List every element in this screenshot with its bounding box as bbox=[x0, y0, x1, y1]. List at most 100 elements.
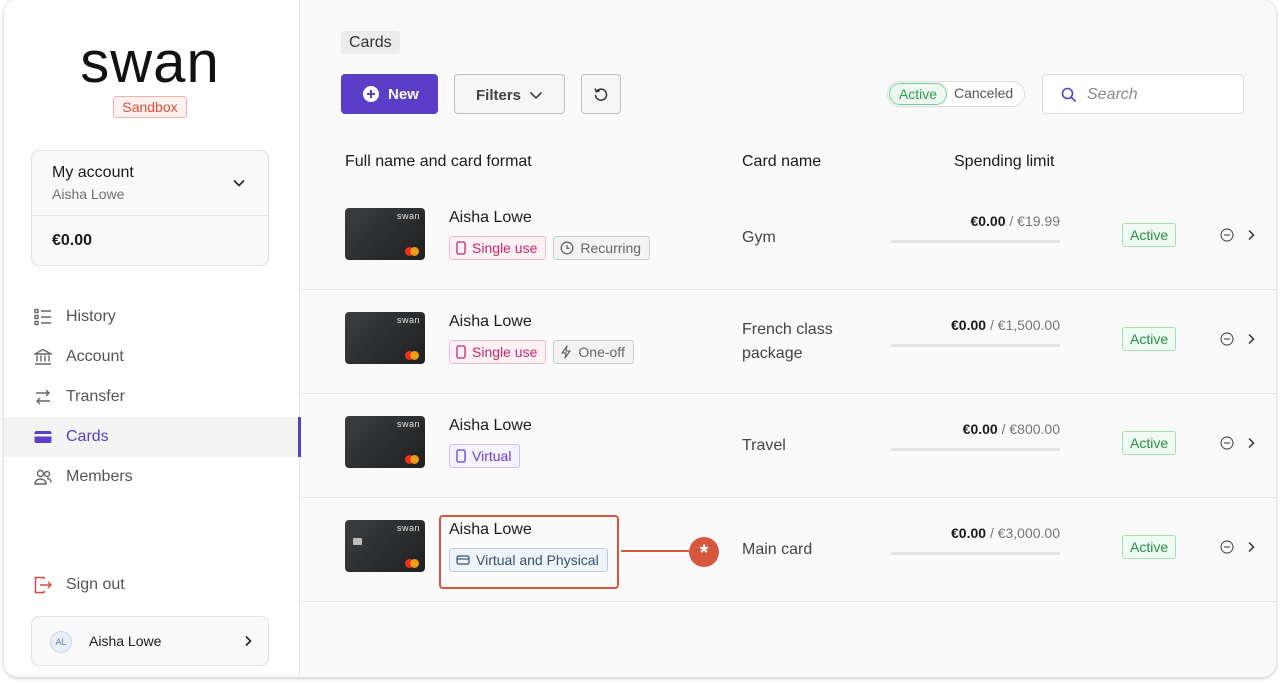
sidebar-item-label: Transfer bbox=[66, 388, 125, 405]
sign-out-icon bbox=[34, 576, 52, 594]
limit-amount: / €19.99 bbox=[1009, 213, 1060, 229]
column-header-spending-limit: Spending limit bbox=[954, 153, 1055, 170]
sidebar-item-label: Cards bbox=[66, 428, 109, 445]
account-switcher[interactable]: My account Aisha Lowe €0.00 bbox=[31, 150, 269, 266]
phone-icon bbox=[456, 241, 466, 255]
search-icon bbox=[1061, 87, 1077, 103]
status-filter-canceled[interactable]: Canceled bbox=[954, 85, 1013, 101]
user-name: Aisha Lowe bbox=[89, 633, 162, 649]
card-thumbnail: swan bbox=[345, 416, 425, 468]
tag-label: Virtual and Physical bbox=[476, 552, 599, 568]
sidebar-item-label: Members bbox=[66, 468, 133, 485]
card-format-tag: One-off bbox=[553, 340, 634, 364]
spending-progress-bar bbox=[891, 552, 1060, 555]
sign-out-button[interactable]: Sign out bbox=[4, 565, 300, 605]
new-card-button[interactable]: New bbox=[341, 74, 438, 114]
spending-progress-bar bbox=[891, 448, 1060, 451]
cancel-card-icon[interactable] bbox=[1220, 436, 1234, 450]
card-icon bbox=[34, 431, 52, 443]
clock-icon bbox=[560, 241, 574, 255]
card-holder-name: Aisha Lowe bbox=[449, 521, 532, 538]
card-name: Gym bbox=[742, 229, 776, 246]
status-badge: Active bbox=[1122, 535, 1177, 559]
sidebar-item-cards[interactable]: Cards bbox=[4, 417, 301, 457]
card-thumbnail: swan bbox=[345, 520, 425, 572]
cancel-card-icon[interactable] bbox=[1220, 332, 1234, 346]
card-holder-name: Aisha Lowe bbox=[449, 417, 532, 434]
annotation-marker: * bbox=[689, 537, 719, 567]
cancel-card-icon[interactable] bbox=[1220, 228, 1234, 242]
card-brand: swan bbox=[396, 211, 420, 221]
card-format-tag: Virtual bbox=[449, 444, 521, 468]
card-holder-name: Aisha Lowe bbox=[449, 209, 532, 226]
tag-label: Single use bbox=[472, 344, 538, 360]
sidebar-item-members[interactable]: Members bbox=[4, 457, 300, 497]
card-format-tag: Single use bbox=[449, 236, 547, 260]
table-row[interactable]: swan Aisha Lowe Single use One-off Frenc… bbox=[301, 290, 1276, 394]
chevron-right-icon[interactable] bbox=[1246, 229, 1256, 241]
card-thumbnail: swan bbox=[345, 312, 425, 364]
card-format-tags: Virtual bbox=[449, 444, 521, 468]
avatar: AL bbox=[50, 631, 72, 653]
chevron-right-icon bbox=[245, 635, 252, 647]
status-badge: Active bbox=[1122, 327, 1177, 351]
table-row[interactable]: swan Aisha Lowe Virtual Travel €0.00 / €… bbox=[301, 394, 1276, 498]
spending-progress-bar bbox=[891, 344, 1060, 347]
table-row[interactable]: swan Aisha Lowe Single use Recurring Gym… bbox=[301, 186, 1276, 290]
card-format-tag: Recurring bbox=[553, 236, 651, 260]
status-badge: Active bbox=[1122, 223, 1177, 247]
chevron-right-icon[interactable] bbox=[1246, 541, 1256, 553]
chevron-right-icon[interactable] bbox=[1246, 333, 1256, 345]
tag-label: Virtual bbox=[472, 448, 512, 464]
cancel-card-icon[interactable] bbox=[1220, 540, 1234, 554]
phone-icon bbox=[456, 345, 466, 359]
bolt-icon bbox=[561, 345, 571, 359]
status-filter: Active Canceled bbox=[887, 81, 1025, 107]
spending-limit: €0.00 / €3,000.00 bbox=[891, 525, 1060, 541]
refresh-button[interactable] bbox=[581, 74, 621, 114]
sidebar-item-transfer[interactable]: Transfer bbox=[4, 377, 300, 417]
new-card-label: New bbox=[388, 86, 419, 103]
breadcrumb: Cards bbox=[341, 31, 400, 54]
spent-amount: €0.00 bbox=[962, 421, 998, 437]
sidebar: swan Sandbox My account Aisha Lowe €0.00… bbox=[4, 0, 301, 677]
chevron-down-icon[interactable] bbox=[232, 176, 246, 190]
card-format-tags: Single use One-off bbox=[449, 340, 634, 364]
spending-limit: €0.00 / €19.99 bbox=[891, 213, 1060, 229]
sign-out-label: Sign out bbox=[66, 576, 125, 593]
spending-progress-bar bbox=[891, 240, 1060, 243]
spending-limit: €0.00 / €1,500.00 bbox=[891, 317, 1060, 333]
phone-icon bbox=[456, 449, 466, 463]
tag-label: One-off bbox=[578, 344, 625, 360]
sidebar-item-history[interactable]: History bbox=[4, 297, 300, 337]
filters-label: Filters bbox=[476, 87, 522, 104]
card-format-tag: Virtual and Physical bbox=[449, 548, 608, 572]
table-row[interactable]: swan * Aisha Lowe Virtual and Physical M… bbox=[301, 498, 1276, 602]
column-header-full-name: Full name and card format bbox=[345, 153, 532, 170]
search-box bbox=[1042, 74, 1244, 114]
card-format-tags: Virtual and Physical bbox=[449, 548, 608, 572]
sidebar-item-account[interactable]: Account bbox=[4, 337, 300, 377]
column-header-card-name: Card name bbox=[742, 153, 822, 170]
user-profile[interactable]: AL Aisha Lowe bbox=[31, 616, 269, 666]
card-chip-icon bbox=[353, 538, 362, 545]
card-holder-name: Aisha Lowe bbox=[449, 313, 532, 330]
card-brand: swan bbox=[396, 419, 420, 429]
limit-amount: / €1,500.00 bbox=[989, 317, 1060, 333]
card-name: Main card bbox=[742, 541, 813, 558]
bank-icon bbox=[34, 348, 52, 365]
spending-limit: €0.00 / €800.00 bbox=[891, 421, 1060, 437]
account-switcher-header[interactable]: My account Aisha Lowe bbox=[32, 151, 268, 216]
account-balance: €0.00 bbox=[52, 232, 93, 249]
refresh-icon bbox=[594, 88, 608, 101]
arrows-icon bbox=[36, 389, 50, 405]
chevron-right-icon[interactable] bbox=[1246, 437, 1256, 449]
search-input[interactable] bbox=[1087, 84, 1227, 106]
list-icon bbox=[34, 308, 51, 326]
tag-label: Single use bbox=[472, 240, 538, 256]
account-owner: Aisha Lowe bbox=[52, 186, 125, 202]
filters-button[interactable]: Filters bbox=[454, 74, 565, 114]
status-filter-active[interactable]: Active bbox=[889, 83, 947, 105]
card-brand: swan bbox=[396, 523, 420, 533]
card-format-tags: Single use Recurring bbox=[449, 236, 651, 260]
